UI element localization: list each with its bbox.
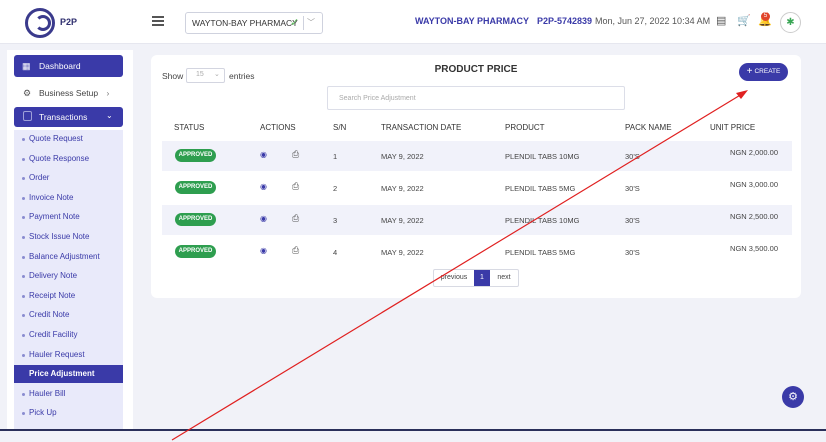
- sidebar-item-quote-response[interactable]: Quote Response: [14, 150, 123, 168]
- row-date: MAY 9, 2022: [381, 152, 424, 161]
- select-divider: [303, 16, 304, 30]
- create-button[interactable]: + CREATE: [739, 63, 788, 81]
- row-product: PLENDIL TABS 10MG: [505, 216, 580, 225]
- create-label: CREATE: [754, 68, 781, 75]
- pagination: previous 1 next: [433, 269, 519, 287]
- column-header-pack-name: PACK NAME: [625, 123, 672, 132]
- print-icon[interactable]: ⎙: [292, 213, 299, 224]
- table-row: APPROVED ◉ ⎙ 1 MAY 9, 2022 PLENDIL TABS …: [162, 141, 792, 171]
- sidebar-item-dashboard[interactable]: ▦ Dashboard: [14, 55, 123, 77]
- top-bar: P2P WAYTON-BAY PHARMACY ✓ ﹀ WAYTON-BAY P…: [0, 0, 826, 44]
- print-icon[interactable]: ⎙: [292, 181, 299, 192]
- search-input[interactable]: Search Price Adjustment: [327, 86, 625, 110]
- row-sn: 1: [333, 152, 338, 161]
- sidebar-transactions-label: Transactions: [39, 112, 88, 122]
- table-row: APPROVED ◉ ⎙ 2 MAY 9, 2022 PLENDIL TABS …: [162, 173, 792, 203]
- transactions-submenu: Quote Request Quote Response Order Invoi…: [14, 130, 123, 430]
- sidebar-item-price-adjustment[interactable]: Price Adjustment: [14, 365, 123, 384]
- row-pack: 30'S: [625, 248, 640, 257]
- status-badge: APPROVED: [175, 149, 216, 162]
- sidebar-item-hauler-bill[interactable]: Hauler Bill: [14, 385, 123, 403]
- row-price: NGN 3,000.00: [730, 180, 778, 189]
- sidebar-dashboard-label: Dashboard: [39, 61, 81, 71]
- status-badge: APPROVED: [175, 181, 216, 194]
- menu-icon[interactable]: [152, 16, 164, 26]
- status-badge: APPROVED: [175, 245, 216, 258]
- bottom-divider: [0, 429, 826, 431]
- sidebar-item-credit-facility[interactable]: Credit Facility: [14, 326, 123, 344]
- sidebar-item-receipt-note[interactable]: Receipt Note: [14, 287, 123, 305]
- column-header-unit-price: UNIT PRICE: [710, 123, 756, 132]
- avatar[interactable]: ✱: [780, 12, 801, 33]
- datetime: Mon, Jun 27, 2022 10:34 AM: [595, 16, 711, 26]
- sidebar-item-balance-adjustment[interactable]: Balance Adjustment: [14, 248, 123, 266]
- column-header-product: PRODUCT: [505, 123, 545, 132]
- product-price-card: Show 15 ⌄ entries PRODUCT PRICE + CREATE …: [151, 55, 801, 298]
- p2p-logo[interactable]: [25, 8, 55, 38]
- sidebar-item-transactions[interactable]: Transactions ⌄: [14, 107, 123, 127]
- sidebar-item-delivery-note[interactable]: Delivery Note: [14, 267, 123, 285]
- row-sn: 3: [333, 216, 338, 225]
- chevron-down-icon[interactable]: ﹀: [307, 17, 315, 28]
- sidebar-item-credit-note[interactable]: Credit Note: [14, 306, 123, 324]
- check-icon: ✓: [290, 17, 300, 29]
- sidebar-item-invoice-note[interactable]: Invoice Note: [14, 189, 123, 207]
- sidebar: ▦ Dashboard ⚙ Business Setup › Transacti…: [7, 50, 133, 430]
- row-sn: 4: [333, 248, 338, 257]
- row-date: MAY 9, 2022: [381, 216, 424, 225]
- row-pack: 30'S: [625, 216, 640, 225]
- sidebar-item-payment-note[interactable]: Payment Note: [14, 208, 123, 226]
- table-row: APPROVED ◉ ⎙ 3 MAY 9, 2022 PLENDIL TABS …: [162, 205, 792, 235]
- row-price: NGN 2,000.00: [730, 148, 778, 157]
- notification-badge: 5: [761, 12, 770, 21]
- cart-icon[interactable]: 🛒: [737, 14, 751, 27]
- row-product: PLENDIL TABS 5MG: [505, 248, 576, 257]
- table-row: APPROVED ◉ ⎙ 4 MAY 9, 2022 PLENDIL TABS …: [162, 237, 792, 267]
- row-product: PLENDIL TABS 5MG: [505, 184, 576, 193]
- gear-icon: ⚙: [23, 88, 32, 98]
- sidebar-business-label: Business Setup: [39, 88, 99, 98]
- pharmacy-name: WAYTON-BAY PHARMACY: [415, 16, 530, 26]
- document-icon[interactable]: ▤: [716, 14, 726, 27]
- eye-icon[interactable]: ◉: [260, 246, 267, 255]
- eye-icon[interactable]: ◉: [260, 150, 267, 159]
- logo-text: P2P: [60, 17, 78, 27]
- page-title: PRODUCT PRICE: [434, 64, 518, 75]
- column-header-transaction-date: TRANSACTION DATE: [381, 123, 462, 132]
- page-1-button[interactable]: 1: [474, 270, 490, 286]
- eye-icon[interactable]: ◉: [260, 214, 267, 223]
- transactions-icon: [23, 111, 32, 121]
- row-product: PLENDIL TABS 10MG: [505, 152, 580, 161]
- column-header-sn: S/N: [333, 123, 347, 132]
- row-pack: 30'S: [625, 152, 640, 161]
- eye-icon[interactable]: ◉: [260, 182, 267, 191]
- status-badge: APPROVED: [175, 213, 216, 226]
- row-sn: 2: [333, 184, 338, 193]
- pharmacy-select[interactable]: WAYTON-BAY PHARMACY ✓ ﹀: [185, 12, 323, 34]
- column-header-status: STATUS: [174, 123, 205, 132]
- grid-icon: ▦: [22, 61, 31, 71]
- pharmacy-select-value: WAYTON-BAY PHARMACY: [192, 18, 298, 28]
- sidebar-item-pick-up[interactable]: Pick Up: [14, 404, 123, 422]
- row-date: MAY 9, 2022: [381, 248, 424, 257]
- row-price: NGN 3,500.00: [730, 244, 778, 253]
- column-header-actions: ACTIONS: [260, 123, 296, 132]
- settings-fab-icon[interactable]: ⚙: [782, 386, 804, 408]
- plus-icon: +: [746, 66, 753, 77]
- sidebar-item-hauler-request[interactable]: Hauler Request: [14, 346, 123, 364]
- sidebar-item-quote-request[interactable]: Quote Request: [14, 130, 123, 148]
- sidebar-item-stock-issue-note[interactable]: Stock Issue Note: [14, 228, 123, 246]
- chevron-down-icon: ⌄: [106, 111, 113, 120]
- row-pack: 30'S: [625, 184, 640, 193]
- previous-page-button[interactable]: previous: [434, 270, 474, 286]
- print-icon[interactable]: ⎙: [292, 245, 299, 256]
- sidebar-item-order[interactable]: Order: [14, 169, 123, 187]
- chevron-right-icon: ›: [106, 88, 110, 98]
- row-date: MAY 9, 2022: [381, 184, 424, 193]
- sidebar-item-business-setup[interactable]: ⚙ Business Setup ›: [14, 83, 123, 103]
- account-code: P2P-5742839: [537, 16, 593, 26]
- next-page-button[interactable]: next: [490, 270, 518, 286]
- print-icon[interactable]: ⎙: [292, 149, 299, 160]
- row-price: NGN 2,500.00: [730, 212, 778, 221]
